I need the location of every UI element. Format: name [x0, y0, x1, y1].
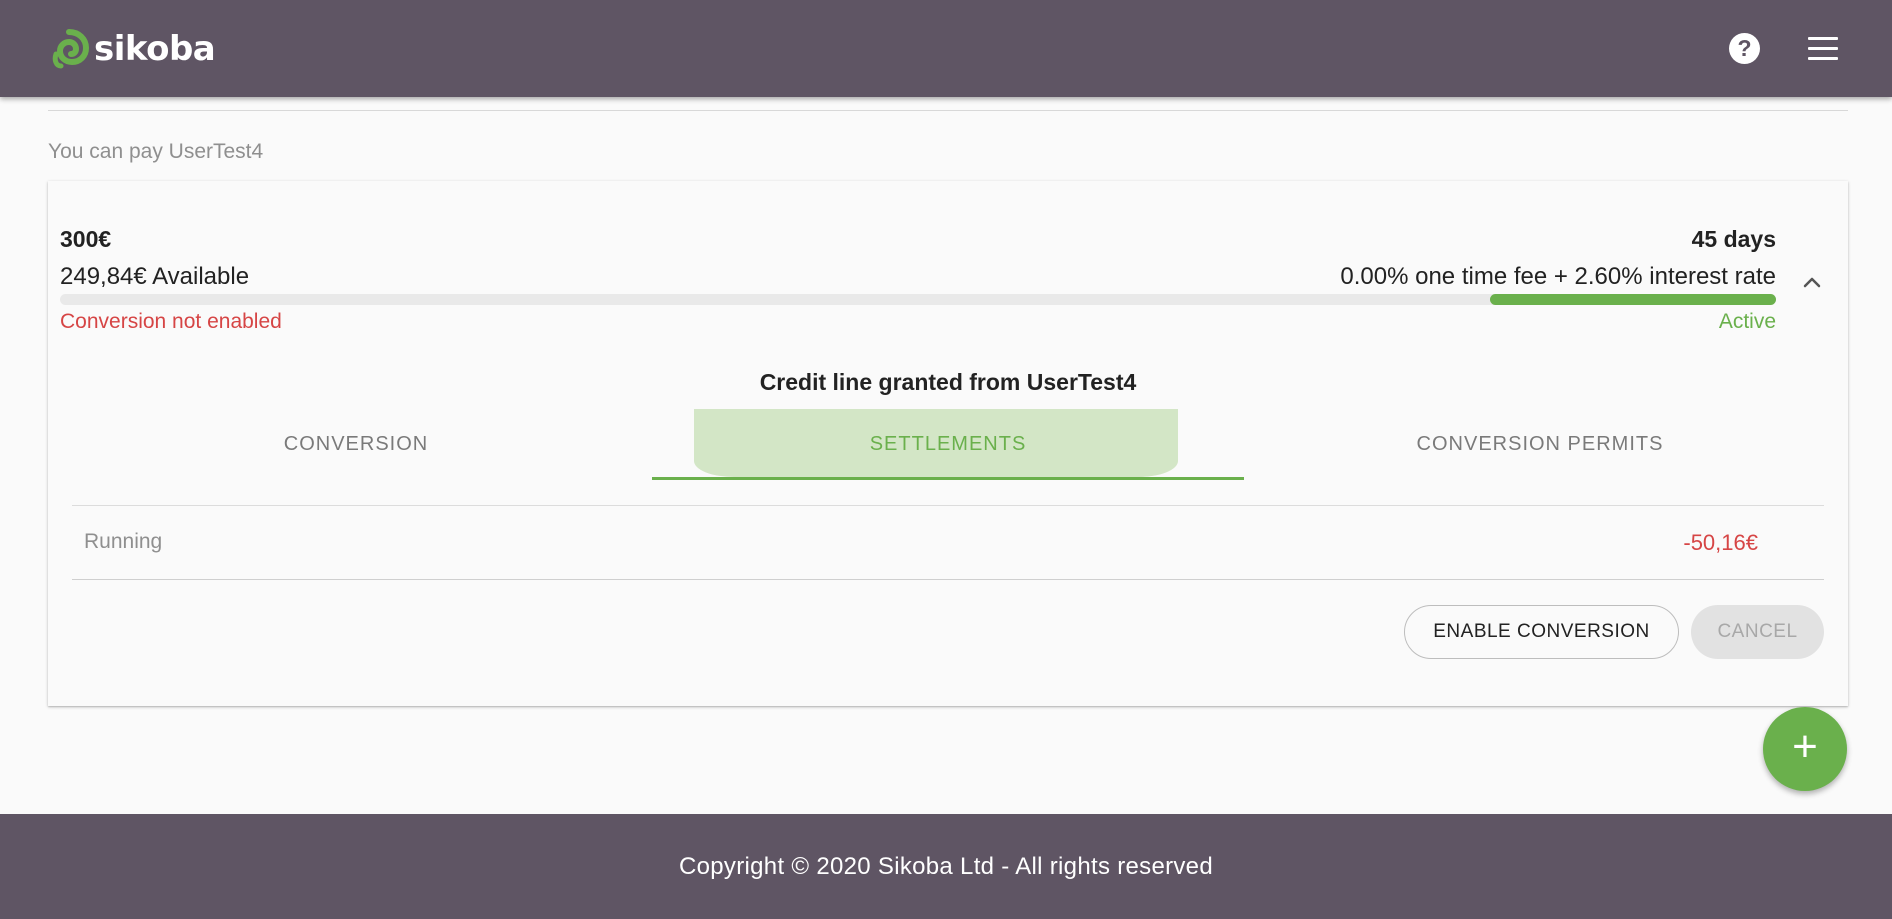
available-amount: 249,84€ Available: [60, 263, 250, 290]
progress-fill: [1489, 294, 1776, 305]
footer: Copyright © 2020 Sikoba Ltd - All rights…: [0, 814, 1892, 919]
brand-name: sikoba: [94, 29, 216, 69]
enable-conversion-button[interactable]: ENABLE CONVERSION: [1404, 605, 1679, 659]
help-icon[interactable]: ?: [1729, 33, 1760, 64]
tab-conversion[interactable]: CONVERSION: [60, 409, 652, 480]
tab-indicator: [652, 477, 1244, 480]
credit-line-title: Credit line granted from UserTest4: [759, 369, 1137, 395]
sikoba-logo[interactable]: sikoba: [48, 28, 216, 70]
cancel-button[interactable]: CANCEL: [1691, 605, 1824, 659]
fee-rate: 0.00% one time fee + 2.60% interest rate: [1340, 263, 1776, 290]
copyright-text: Copyright © 2020 Sikoba Ltd - All rights…: [679, 852, 1213, 880]
divider: [72, 505, 1824, 506]
credit-line-card: 300€ 45 days 249,84€ Available 0.00% one…: [48, 181, 1848, 706]
tab-bar: CONVERSION SETTLEMENTS CONVERSION PERMIT…: [60, 409, 1836, 480]
add-button[interactable]: +: [1763, 707, 1847, 791]
plus-icon: +: [1792, 722, 1818, 771]
conversion-status: Conversion not enabled: [60, 310, 282, 333]
settlement-value: -50,16€: [1683, 530, 1758, 555]
spiral-logo-icon: [52, 29, 90, 69]
chevron-up-icon[interactable]: [1798, 268, 1826, 296]
divider: [72, 579, 1824, 580]
divider: [48, 110, 1848, 111]
tab-conversion-permits[interactable]: CONVERSION PERMITS: [1244, 409, 1836, 480]
menu-icon[interactable]: [1808, 37, 1838, 61]
credit-usage-progress: [60, 294, 1776, 305]
settlement-label: Running: [84, 530, 163, 553]
status-badge: Active: [1718, 310, 1776, 333]
credit-duration: 45 days: [1691, 226, 1776, 252]
credit-amount: 300€: [60, 226, 112, 252]
pay-label: You can pay UserTest4: [48, 140, 264, 163]
app-header: sikoba ?: [0, 0, 1892, 97]
tab-settlements[interactable]: SETTLEMENTS: [652, 409, 1244, 480]
